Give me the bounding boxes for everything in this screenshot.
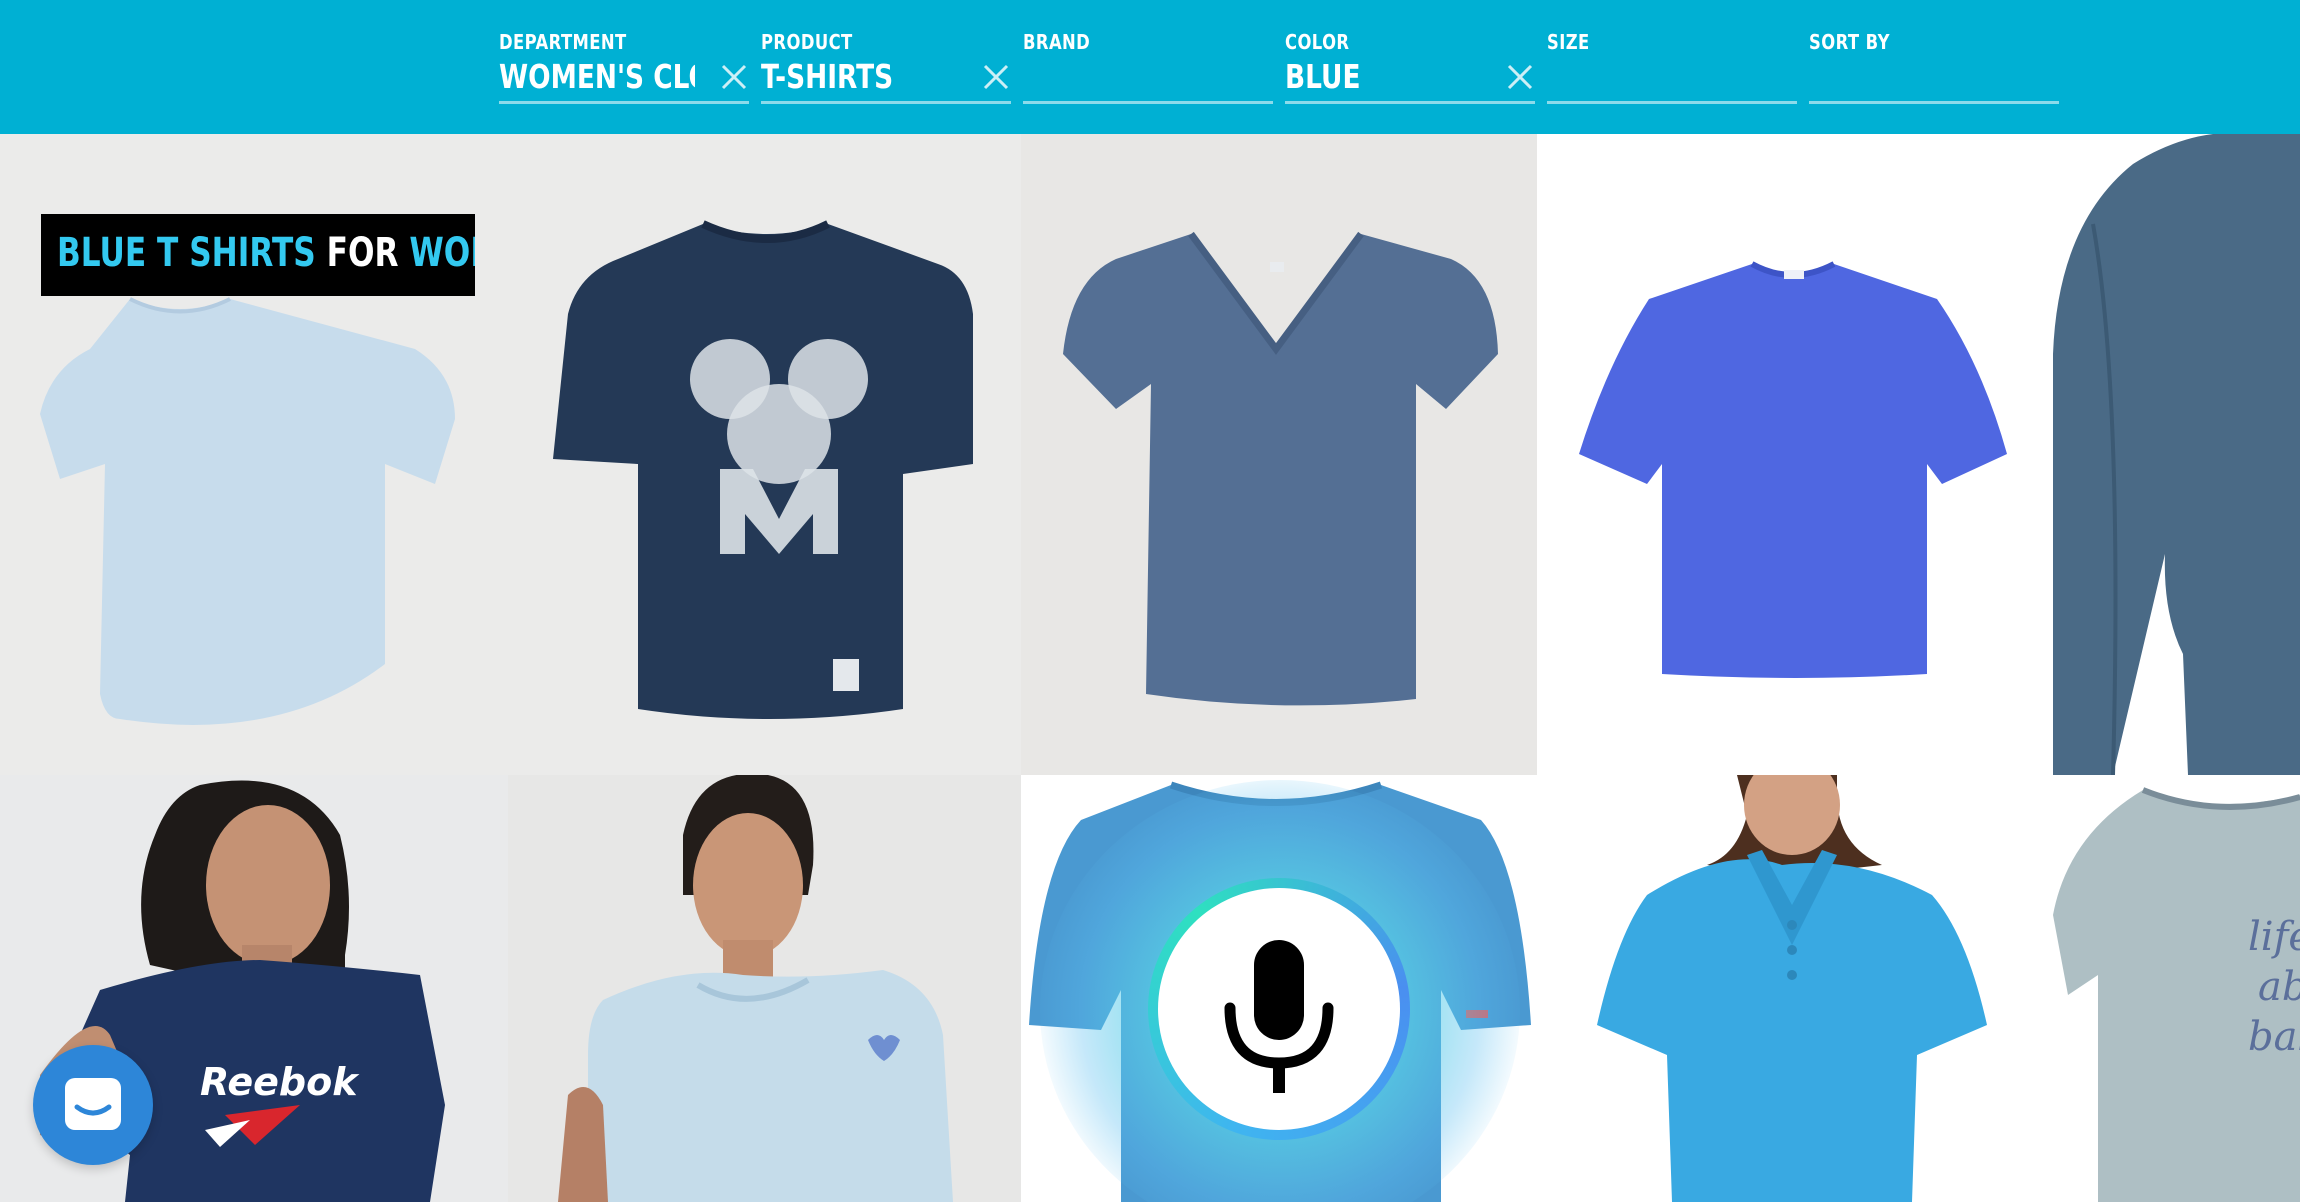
size-underline xyxy=(1547,101,1797,104)
voice-search-button[interactable] xyxy=(1148,878,1410,1140)
product-tile[interactable] xyxy=(508,775,1021,1202)
product-image: life ab bal xyxy=(2053,787,2300,1202)
microphone-icon xyxy=(1224,940,1334,1093)
department-underline xyxy=(499,101,749,104)
department-filter[interactable]: DEPARTMENT WOMEN'S CLOT xyxy=(499,30,749,104)
mic-face xyxy=(1158,888,1400,1130)
size-filter[interactable]: SIZE xyxy=(1547,30,1797,104)
sort-by-filter[interactable]: SORT BY xyxy=(1809,30,2059,104)
product-image xyxy=(1597,775,1987,1202)
product-image xyxy=(553,220,973,719)
brand-label: BRAND xyxy=(1023,30,1091,54)
color-filter[interactable]: COLOR BLUE xyxy=(1285,30,1535,104)
sort-by-label: SORT BY xyxy=(1809,30,1890,54)
product-image xyxy=(1579,261,2007,678)
title-part-blue-t-shirts: BLUE T SHIRTS xyxy=(57,230,316,276)
sort-by-underline xyxy=(1809,101,2059,104)
chat-icon xyxy=(65,1078,121,1130)
page-title: BLUE T SHIRTS FOR WOMEN xyxy=(41,214,475,296)
department-value[interactable]: WOMEN'S CLOT xyxy=(499,57,695,96)
close-icon[interactable] xyxy=(1505,62,1535,92)
close-icon[interactable] xyxy=(719,62,749,92)
product-print-text: ab xyxy=(2258,964,2300,1010)
size-label: SIZE xyxy=(1547,30,1590,54)
chat-launcher-button[interactable] xyxy=(33,1045,153,1165)
product-logo-text: Reebok xyxy=(200,1060,360,1104)
product-tile[interactable] xyxy=(1537,775,2053,1202)
product-tile[interactable] xyxy=(2053,134,2300,775)
title-part-women: WOMEN xyxy=(409,230,475,276)
filter-bar: DEPARTMENT WOMEN'S CLOT PRODUCT T-SHIRTS… xyxy=(0,0,2300,134)
product-print-text: bal xyxy=(2248,1014,2300,1060)
product-image xyxy=(2053,134,2300,775)
page-title-text: BLUE T SHIRTS FOR WOMEN xyxy=(57,230,475,276)
color-label: COLOR xyxy=(1285,30,1350,54)
department-label: DEPARTMENT xyxy=(499,30,627,54)
product-image xyxy=(1063,231,1498,706)
product-underline xyxy=(761,101,1011,104)
product-tile[interactable]: life ab bal xyxy=(2053,775,2300,1202)
product-value[interactable]: T-SHIRTS xyxy=(761,57,957,96)
product-tile[interactable] xyxy=(1021,134,1537,775)
close-icon[interactable] xyxy=(981,62,1011,92)
title-part-for: FOR xyxy=(326,230,399,276)
product-image xyxy=(558,775,953,1202)
product-tile[interactable] xyxy=(1537,134,2053,775)
product-tile[interactable] xyxy=(508,134,1021,775)
product-print-text: life xyxy=(2248,914,2300,960)
color-underline xyxy=(1285,101,1535,104)
brand-filter[interactable]: BRAND xyxy=(1023,30,1273,104)
color-value[interactable]: BLUE xyxy=(1285,57,1481,96)
brand-underline xyxy=(1023,101,1273,104)
product-label: PRODUCT xyxy=(761,30,853,54)
product-filter[interactable]: PRODUCT T-SHIRTS xyxy=(761,30,1011,104)
